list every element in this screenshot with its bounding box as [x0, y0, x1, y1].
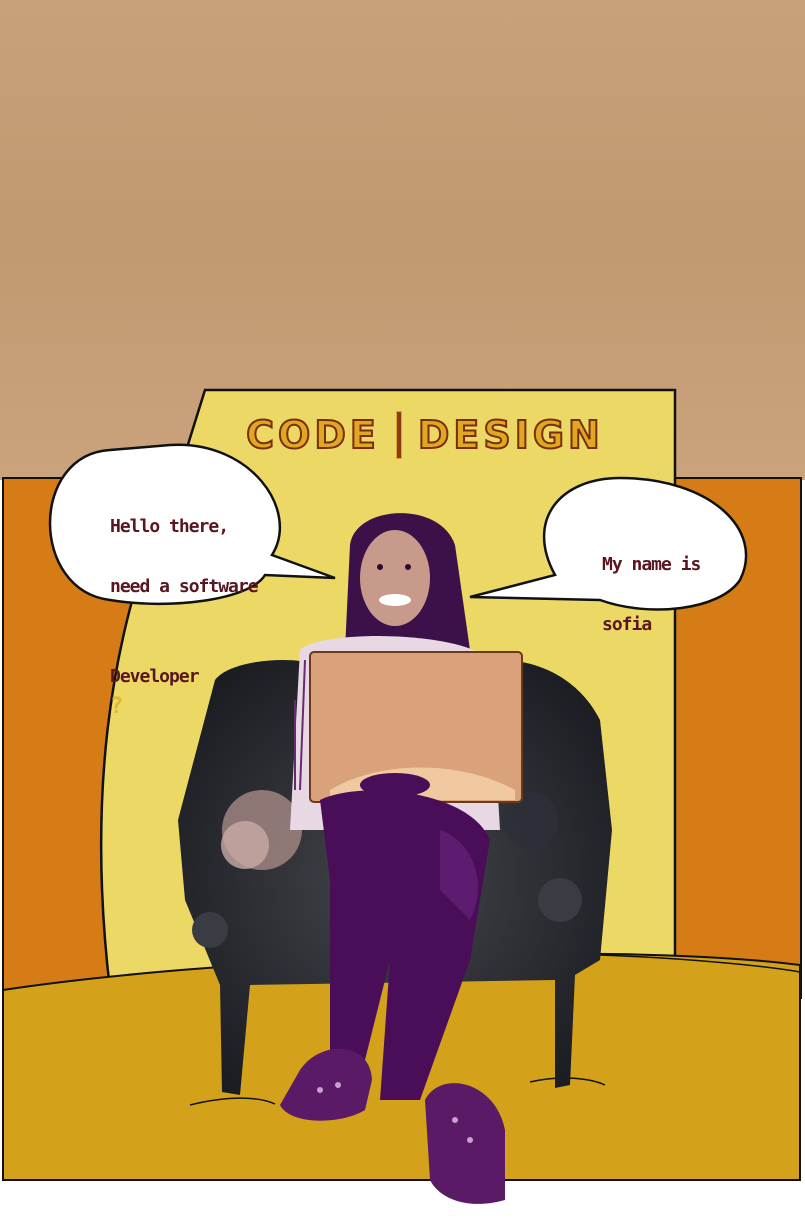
speech-left-line3: Developer ?	[110, 632, 290, 723]
speech-left-line3-text: Developer	[110, 666, 200, 687]
speech-right-line2: sofia	[602, 614, 652, 635]
logo-divider	[395, 411, 402, 459]
logo-word-code: CODE	[245, 412, 380, 458]
question-mark: ?	[110, 694, 123, 719]
speech-text-right: My name is sofia	[602, 520, 722, 670]
speech-left-line1: Hello there,	[110, 516, 229, 537]
logo: CODE DESIGN	[175, 400, 675, 470]
speech-right-line1: My name is	[602, 554, 701, 575]
logo-word-design: DESIGN	[417, 412, 604, 458]
speech-left-line2: need a software	[110, 576, 259, 597]
speech-text-left: Hello there, need a software Developer ?	[110, 482, 290, 753]
comic-scene: CODE DESIGN Hello there, need a software…	[0, 0, 805, 1230]
